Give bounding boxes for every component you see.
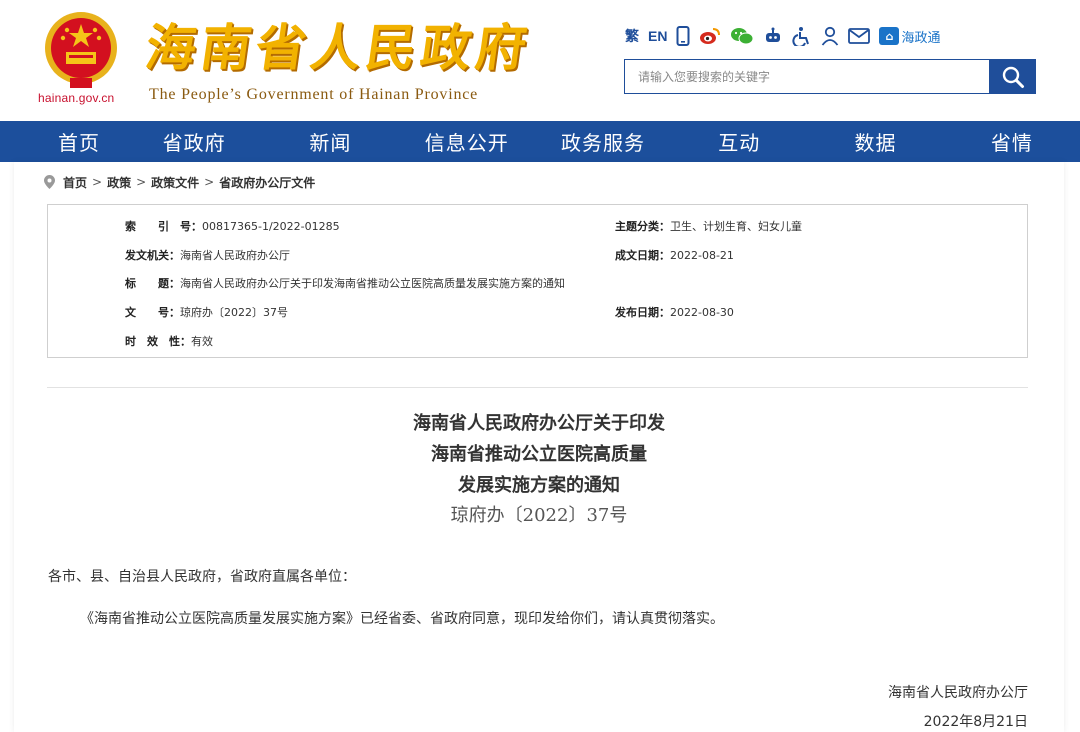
search-box [624, 59, 989, 94]
mail-icon[interactable] [848, 25, 871, 47]
document-title: 海南省人民政府办公厅关于印发 海南省推动公立医院高质量 发展实施方案的通知 [413, 413, 665, 496]
hainan-gov-app-link[interactable]: ⌂ 海政通 [879, 27, 940, 46]
top-toolbar: 繁 EN ⌂ 海政通 [625, 24, 940, 48]
meta-created-date: 成文日期：2022-08-21 [615, 249, 734, 262]
nav-item-home[interactable]: 首页 [0, 121, 126, 162]
nav-item-data[interactable]: 数据 [807, 121, 943, 162]
document-signer: 海南省人民政府办公厅 [888, 685, 1028, 701]
breadcrumb-policy-docs[interactable]: 政策文件 [151, 174, 199, 191]
chevron-right-icon: > [136, 175, 147, 189]
mobile-icon[interactable] [676, 25, 690, 47]
breadcrumb-policy[interactable]: 政策 [107, 174, 131, 191]
meta-index: 索 引 号：00817365-1/2022-01285 [125, 220, 340, 233]
meta-doc-number: 文 号：琼府办〔2022〕37号 [125, 306, 288, 319]
document-body: 《海南省推动公立医院高质量发展实施方案》已经省委、省政府同意，现印发给你们，请认… [80, 611, 724, 627]
english-link[interactable]: EN [648, 25, 667, 47]
document-date: 2022年8月21日 [923, 714, 1028, 730]
main-content: 首页 > 政策 > 政策文件 > 省政府办公厅文件 索 引 号：00817365… [14, 162, 1064, 732]
robot-icon[interactable] [763, 25, 783, 47]
national-emblem-icon[interactable] [40, 8, 122, 92]
meta-issuer: 发文机关：海南省人民政府办公厅 [125, 249, 290, 262]
nav-item-news[interactable]: 新闻 [262, 121, 398, 162]
search-button[interactable] [989, 59, 1036, 94]
chevron-right-icon: > [92, 175, 103, 189]
document-metadata: 索 引 号：00817365-1/2022-01285 主题分类：卫生、计划生育… [47, 204, 1028, 358]
main-nav: 首页 省政府 新闻 信息公开 政务服务 互动 数据 省情 [0, 121, 1080, 162]
site-domain: hainan.gov.cn [38, 91, 115, 105]
nav-item-interaction[interactable]: 互动 [671, 121, 807, 162]
meta-category: 主题分类：卫生、计划生育、妇女儿童 [615, 220, 802, 233]
nav-item-provincial-gov[interactable]: 省政府 [126, 121, 262, 162]
site-title[interactable]: 海南省人民政府 [142, 18, 535, 78]
breadcrumb-office-docs[interactable]: 省政府办公厅文件 [219, 174, 315, 191]
wechat-icon[interactable] [730, 25, 754, 47]
meta-published-date: 发布日期：2022-08-30 [615, 306, 734, 319]
hainan-gov-app-icon: ⌂ [879, 27, 900, 45]
document-number: 琼府办〔2022〕37号 [450, 505, 628, 526]
nav-item-province-info[interactable]: 省情 [944, 121, 1080, 162]
search-icon [1002, 66, 1024, 88]
document-salutation: 各市、县、自治县人民政府，省政府直属各单位： [48, 569, 356, 585]
traditional-chinese-link[interactable]: 繁 [625, 25, 639, 47]
weibo-icon[interactable] [699, 25, 721, 47]
section-divider [47, 387, 1028, 388]
hainan-gov-app-label: 海政通 [901, 30, 941, 46]
accessibility-icon[interactable] [792, 25, 812, 47]
breadcrumb: 首页 > 政策 > 政策文件 > 省政府办公厅文件 [44, 174, 315, 190]
location-pin-icon [44, 175, 55, 189]
user-icon[interactable] [821, 25, 839, 47]
meta-title: 标 题：海南省人民政府办公厅关于印发海南省推动公立医院高质量发展实施方案的通知 [125, 277, 565, 290]
site-subtitle: The People’s Government of Hainan Provin… [149, 86, 479, 103]
breadcrumb-home[interactable]: 首页 [63, 174, 87, 191]
meta-validity: 时 效 性：有效 [125, 335, 213, 348]
nav-item-info-disclosure[interactable]: 信息公开 [399, 121, 535, 162]
search-input[interactable] [625, 60, 989, 93]
site-header: hainan.gov.cn 海南省人民政府 The People’s Gover… [0, 0, 1080, 121]
nav-item-gov-services[interactable]: 政务服务 [535, 121, 671, 162]
chevron-right-icon: > [204, 175, 215, 189]
